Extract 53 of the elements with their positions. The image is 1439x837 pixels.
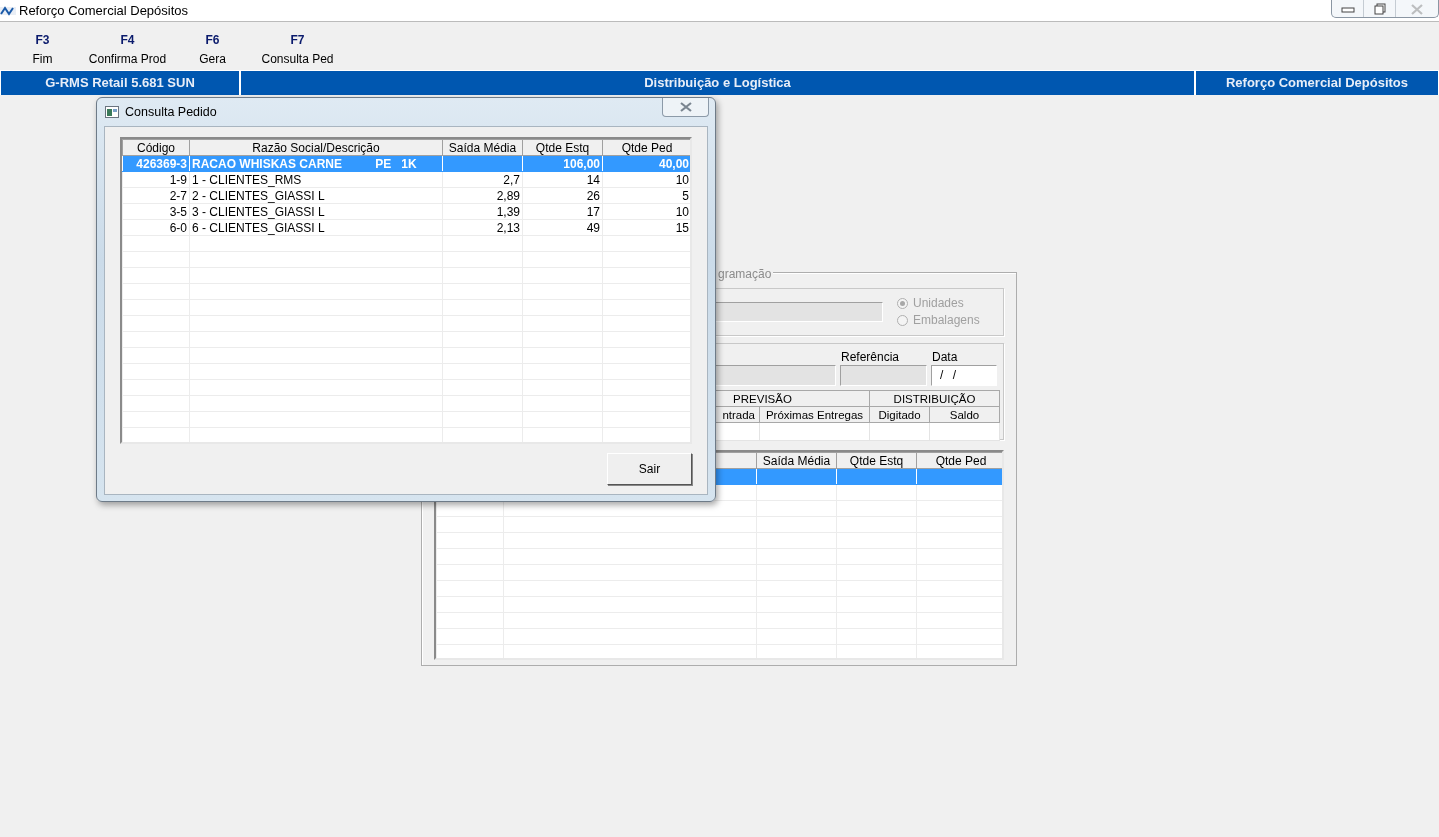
column-header: Digitado bbox=[869, 406, 930, 423]
column-header: Razão Social/Descrição bbox=[189, 139, 443, 156]
table-row[interactable]: 6-0 6 - CLIENTES_GIASSI L 2,13 49 15 bbox=[122, 219, 690, 236]
reference-field[interactable] bbox=[840, 365, 927, 386]
column-header: Qtde Ped bbox=[602, 139, 690, 156]
table-cell: 26 bbox=[522, 187, 603, 204]
table-cell: 3 - CLIENTES_GIASSI L bbox=[189, 203, 443, 220]
app-icon bbox=[0, 4, 16, 17]
function-key-button[interactable]: F3 Fim bbox=[0, 22, 85, 70]
exit-button[interactable]: Sair bbox=[607, 453, 692, 485]
module-label: Distribuição e Logística bbox=[240, 71, 1195, 95]
close-button[interactable] bbox=[662, 98, 709, 117]
table-cell: 2,89 bbox=[442, 187, 523, 204]
version-label: G-RMS Retail 5.681 SUN bbox=[0, 71, 240, 95]
close-icon bbox=[1410, 2, 1424, 15]
column-group-header: DISTRIBUIÇÃO bbox=[869, 390, 1000, 407]
table-cell: 3-5 bbox=[122, 203, 190, 220]
column-header: Qtde Estq bbox=[836, 452, 917, 469]
date-field[interactable]: / / bbox=[931, 365, 997, 386]
window-title: Reforço Comercial Depósitos bbox=[19, 1, 189, 20]
table-cell: 14 bbox=[522, 171, 603, 188]
column-header: Próximas Entregas bbox=[759, 406, 870, 423]
table-cell: 2,13 bbox=[442, 219, 523, 236]
field-label: Referência bbox=[840, 350, 901, 365]
column-header: Qtde Estq bbox=[522, 139, 603, 156]
table-cell: 1,39 bbox=[442, 203, 523, 220]
table-cell: 6 - CLIENTES_GIASSI L bbox=[189, 219, 443, 236]
table-row[interactable]: 2-7 2 - CLIENTES_GIASSI L 2,89 26 5 bbox=[122, 187, 690, 204]
table-cell: 1 - CLIENTES_RMS bbox=[189, 171, 443, 188]
column-header: Saída Média bbox=[442, 139, 523, 156]
table-cell: 17 bbox=[522, 203, 603, 220]
column-header: Saída Média bbox=[756, 452, 837, 469]
table-row[interactable]: 3-5 3 - CLIENTES_GIASSI L 1,39 17 10 bbox=[122, 203, 690, 220]
column-header: Código bbox=[122, 139, 190, 156]
column-header: Saldo bbox=[929, 406, 1000, 423]
table-row[interactable]: 1-9 1 - CLIENTES_RMS 2,7 14 10 bbox=[122, 171, 690, 188]
dialog-title: Consulta Pedido bbox=[125, 103, 217, 121]
table-cell: 2 - CLIENTES_GIASSI L bbox=[189, 187, 443, 204]
function-key-button[interactable]: F7 Consulta Ped bbox=[255, 22, 340, 70]
window-icon bbox=[105, 106, 119, 118]
table-cell: 6-0 bbox=[122, 219, 190, 236]
close-icon bbox=[678, 102, 693, 112]
function-key-button[interactable]: F6 Gera bbox=[170, 22, 255, 70]
table-cell: 2-7 bbox=[122, 187, 190, 204]
radio-label: Embalagens bbox=[913, 312, 980, 329]
field-label: Data bbox=[931, 350, 959, 365]
table-cell: 1-9 bbox=[122, 171, 190, 188]
function-key-button[interactable]: F4 Confirma Prod bbox=[85, 22, 170, 70]
table-cell: 49 bbox=[522, 219, 603, 236]
column-header: Qtde Ped bbox=[916, 452, 1002, 469]
table-cell: 2,7 bbox=[442, 171, 523, 188]
radio-label: Unidades bbox=[913, 295, 964, 312]
screen-label: Reforço Comercial Depósitos bbox=[1195, 71, 1439, 95]
